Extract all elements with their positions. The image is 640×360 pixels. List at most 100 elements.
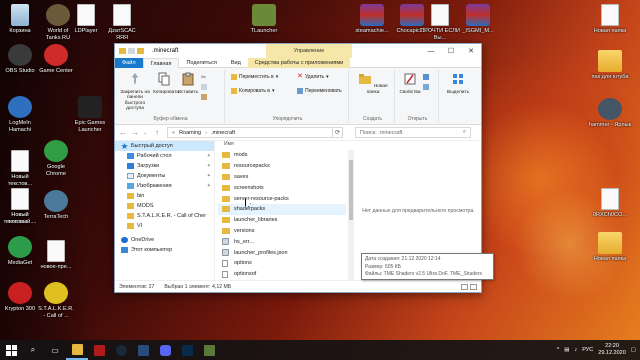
desktop-icon[interactable]: LDPlayer (68, 4, 104, 35)
nav-item[interactable]: S.T.A.L.K.E.R. - Call of Cher (115, 211, 214, 221)
delete-button[interactable]: ✕ Удалить ▾ (297, 73, 329, 80)
network-icon[interactable]: ▤ (564, 347, 569, 353)
move-to-button[interactable]: Переместить в ▾ (231, 74, 278, 80)
desktop-icon[interactable]: Google Chrome (38, 140, 74, 177)
desktop-icon[interactable]: LogMeIn Hamachi (2, 96, 38, 133)
desktop-icon[interactable]: новое-пре... (38, 240, 74, 271)
new-folder-button[interactable]: Новая папка (355, 72, 391, 95)
nav-item[interactable]: Загрузки ✦ (115, 161, 214, 171)
explorer-window[interactable]: .minecraft Управление — ☐ ✕ Файл Главная… (114, 43, 494, 293)
tab-view[interactable]: Вид (224, 58, 248, 68)
language-indicator[interactable]: РУС (582, 347, 593, 353)
nav-item[interactable]: OneDrive (115, 235, 214, 245)
notification-icon[interactable]: ▢ (631, 347, 636, 353)
copy-button[interactable]: Копировать (153, 72, 179, 95)
desktop-icon[interactable]: S.T.A.L.K.E.R. - Call of ... (38, 282, 74, 319)
desktop-icon[interactable]: _ISGMI_M... (458, 4, 498, 35)
nav-item[interactable]: Изображения ✦ (115, 181, 214, 191)
forward-arrow-icon[interactable]: → (131, 128, 139, 137)
taskbar-steam[interactable] (110, 340, 132, 360)
desktop-icon[interactable]: ДzатЅСАС ЯЯЯ (104, 4, 140, 41)
search-input[interactable]: Поиск: .minecraft ⌕ (355, 127, 471, 138)
list-item[interactable]: mods (218, 150, 346, 161)
desktop-icon[interactable]: Game Center (38, 44, 74, 75)
desktop-icon[interactable]: TerraTech (38, 190, 74, 221)
copy-to-button[interactable]: Копировать в ▾ (231, 88, 274, 94)
desktop-icon[interactable]: hammer - Ярлык (584, 98, 636, 129)
details-view-icon[interactable] (461, 283, 468, 290)
desktop-icon[interactable]: MediaGet (2, 236, 38, 267)
tab-application-tools[interactable]: Средства работы с приложениями (247, 57, 351, 68)
folder-icon[interactable] (119, 48, 126, 54)
tab-file[interactable]: Файл (115, 57, 143, 68)
desktop-icon[interactable]: ПРОЧТИ ЕСЛИ Вы... (420, 4, 460, 41)
nav-item[interactable]: Этот компьютер (115, 245, 214, 255)
search-button[interactable]: ⌕ (22, 340, 44, 360)
refresh-button[interactable]: ⟳ (333, 127, 343, 138)
context-tab-manage[interactable]: Управление (266, 44, 352, 58)
desktop-icon[interactable]: Корзина (2, 4, 38, 35)
nav-item[interactable]: Документы ✦ (115, 171, 214, 181)
select-button[interactable]: Выделить (447, 72, 469, 95)
title-bar[interactable]: .minecraft Управление — ☐ ✕ (115, 44, 481, 58)
tab-home[interactable]: Главная (142, 57, 180, 68)
nav-item[interactable]: VI (115, 221, 214, 231)
address-bar[interactable]: « Roaming › .minecraft (167, 127, 333, 138)
list-item[interactable]: resourcepacks (218, 161, 346, 172)
taskbar-explorer[interactable] (66, 340, 88, 360)
list-item[interactable]: server-resource-packs (218, 193, 346, 204)
up-arrow-icon[interactable]: ↑ (155, 128, 163, 137)
tray-chevron-icon[interactable]: ^ (557, 347, 560, 353)
column-header-name[interactable]: Имя (218, 141, 348, 150)
file-list[interactable]: mods resourcepacks saves screenshots server-… (218, 150, 346, 278)
scrollbar-thumb[interactable] (349, 160, 353, 220)
windows-start-button[interactable] (0, 340, 22, 360)
list-item[interactable]: versions (218, 226, 346, 237)
large-icons-view-icon[interactable] (470, 283, 477, 290)
taskbar-minecraft[interactable] (198, 340, 220, 360)
desktop-icon[interactable]: Новая папка (584, 232, 636, 263)
volume-icon[interactable]: ♪ (575, 347, 578, 353)
rename-button[interactable]: Переименовать (297, 88, 342, 94)
breadcrumb-minecraft[interactable]: .minecraft (211, 130, 235, 136)
nav-item[interactable]: Быстрый доступ (115, 141, 214, 151)
paste-shortcut-button[interactable] (201, 94, 207, 100)
close-button[interactable]: ✕ (461, 44, 481, 58)
nav-item[interactable]: bin (115, 191, 214, 201)
tab-share[interactable]: Поделиться (179, 58, 223, 68)
nav-item[interactable]: MODS (115, 201, 214, 211)
pin-button[interactable]: Закрепить на панели быстрого доступа (119, 72, 151, 112)
taskbar-vegas[interactable] (132, 340, 154, 360)
desktop-icon[interactable]: TLauncher (244, 4, 284, 35)
list-item[interactable]: saves (218, 172, 346, 183)
properties-button[interactable]: Свойства (399, 72, 421, 95)
desktop-icon[interactable]: Новая папка (584, 4, 636, 35)
taskbar-app-red[interactable] (88, 340, 110, 360)
edit-button[interactable] (423, 84, 429, 90)
clock[interactable]: 22:20 29.12.2020 (598, 343, 626, 357)
paste-button[interactable]: Вставить (177, 72, 199, 95)
scrollbar[interactable] (348, 150, 354, 280)
properties-icon[interactable] (128, 48, 135, 54)
desktop-icon[interactable]: 0RXCh0CO... (584, 188, 636, 219)
list-item[interactable]: screenshots (218, 182, 346, 193)
desktop-icon[interactable]: Новый текстовый ... (2, 188, 38, 225)
back-arrow-icon[interactable]: ← (119, 128, 127, 137)
open-button[interactable] (423, 74, 429, 80)
minimize-button[interactable]: — (421, 44, 441, 58)
navigation-pane[interactable]: Быстрый доступ Рабочий стол ✦ Загрузки ✦ Доку… (115, 141, 215, 280)
quick-access-toolbar[interactable] (115, 48, 144, 54)
desktop-icon[interactable]: steamachie... (352, 4, 392, 35)
copy-path-button[interactable] (201, 84, 207, 90)
list-item[interactable]: hs_err... (218, 236, 346, 247)
breadcrumb-roaming[interactable]: Roaming (179, 130, 201, 136)
maximize-button[interactable]: ☐ (441, 44, 461, 58)
list-item[interactable]: optionsof (218, 269, 346, 278)
taskbar-photoshop[interactable] (176, 340, 198, 360)
list-item[interactable]: launcher_libraries (218, 215, 346, 226)
desktop-icon[interactable]: Epic Games Launcher (72, 96, 108, 133)
desktop-icon[interactable]: Krypton 300 (2, 282, 38, 313)
cut-button[interactable]: ✂ (201, 74, 207, 81)
list-item[interactable]: launcher_profiles.json (218, 247, 346, 258)
nav-item[interactable]: Рабочий стол ✦ (115, 151, 214, 161)
